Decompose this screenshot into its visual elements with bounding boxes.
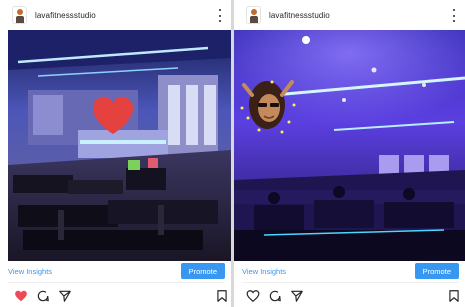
bookmark-icon[interactable] [447, 289, 461, 303]
more-options-icon[interactable] [217, 9, 223, 22]
post-actions [0, 287, 231, 305]
share-icon[interactable] [58, 289, 72, 303]
username[interactable]: lavafitnessstudio [35, 11, 96, 20]
view-insights-link[interactable]: View Insights [242, 267, 286, 276]
post-header: lavafitnessstudio [0, 0, 231, 30]
divider [8, 282, 225, 283]
post-header: lavafitnessstudio [234, 0, 465, 30]
insights-bar: View Insights Promote [234, 261, 465, 281]
insights-bar: View Insights Promote [0, 261, 231, 281]
avatar[interactable] [12, 6, 27, 24]
divider [242, 282, 459, 283]
post-actions [234, 287, 465, 305]
more-options-icon[interactable] [451, 9, 457, 22]
gym-photo [8, 30, 231, 261]
comment-icon[interactable] [268, 289, 282, 303]
comment-icon[interactable] [36, 289, 50, 303]
heart-icon[interactable] [14, 289, 28, 303]
post-card-left: lavafitnessstudio View Insights Promote [0, 0, 231, 307]
share-icon[interactable] [290, 289, 304, 303]
post-photo[interactable] [234, 30, 465, 261]
gym-photo [234, 30, 465, 261]
post-card-right: lavafitnessstudio View Insights Promote [234, 0, 465, 307]
bookmark-icon[interactable] [215, 289, 229, 303]
heart-icon[interactable] [246, 289, 260, 303]
avatar[interactable] [246, 6, 261, 24]
view-insights-link[interactable]: View Insights [8, 267, 52, 276]
promote-button[interactable]: Promote [180, 263, 225, 279]
post-photo[interactable] [8, 30, 231, 261]
username[interactable]: lavafitnessstudio [269, 11, 330, 20]
promote-button[interactable]: Promote [414, 263, 459, 279]
